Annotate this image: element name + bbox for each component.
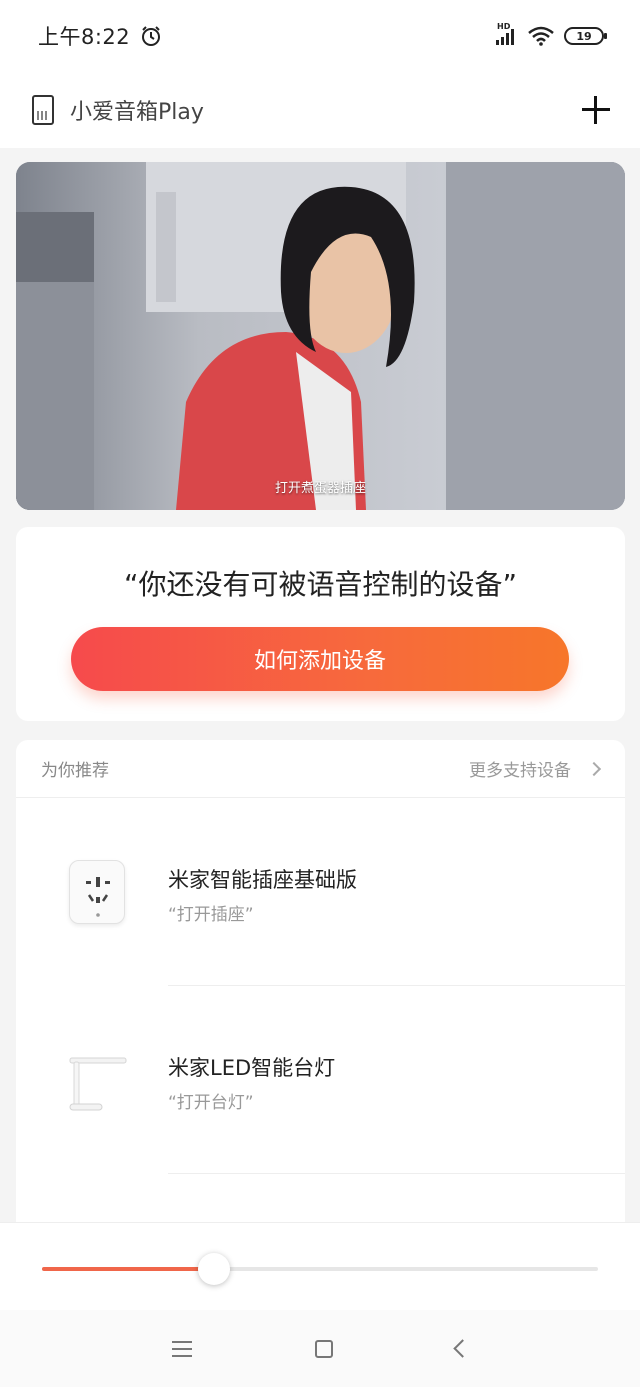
chevron-right-icon bbox=[586, 761, 602, 776]
no-device-message: “你还没有可被语音控制的设备” bbox=[123, 568, 517, 601]
back-icon[interactable] bbox=[452, 1339, 472, 1358]
status-icons: 19 bbox=[494, 26, 607, 46]
progress-thumb[interactable] bbox=[198, 1253, 231, 1285]
add-device-button[interactable] bbox=[580, 94, 612, 126]
voice-command: “打开台灯” bbox=[168, 1093, 254, 1113]
system-nav-bar bbox=[0, 1310, 640, 1387]
speaker-icon[interactable] bbox=[32, 95, 54, 125]
how-to-add-device-button[interactable]: 如何添加设备 bbox=[71, 627, 569, 691]
list-item[interactable]: 米家LED智能台灯 “打开台灯” bbox=[16, 986, 625, 1174]
recommend-card: 为你推荐 更多支持设备 米家智能插座基础版 “打开插座” 米家LED智能台灯 “… bbox=[16, 740, 625, 1240]
list-item[interactable]: 米家智能插座基础版 “打开插座” bbox=[16, 798, 625, 986]
status-bar: 上午8:22 19 HD bbox=[0, 0, 640, 72]
no-device-card: “你还没有可被语音控制的设备” 如何添加设备 bbox=[16, 527, 625, 721]
media-progress-bar bbox=[0, 1222, 640, 1310]
voice-command: “打开插座” bbox=[168, 905, 254, 925]
status-time: 上午8:22 bbox=[38, 25, 131, 49]
promo-video[interactable]: 打开煮蛋器插座 bbox=[16, 162, 625, 510]
menu-icon[interactable] bbox=[171, 1340, 192, 1357]
device-name: 米家智能插座基础版 bbox=[168, 868, 357, 892]
alarm-icon bbox=[142, 26, 161, 46]
more-devices-link[interactable]: 更多支持设备 bbox=[469, 756, 602, 781]
app-header: 小爱音箱Play bbox=[0, 72, 640, 148]
more-devices-label: 更多支持设备 bbox=[469, 761, 571, 781]
recommend-title: 为你推荐 bbox=[41, 761, 109, 781]
battery-level: 19 bbox=[576, 29, 592, 43]
device-name: 米家LED智能台灯 bbox=[168, 1056, 336, 1080]
wifi-icon bbox=[528, 26, 554, 46]
video-caption: 打开煮蛋器插座 bbox=[274, 481, 366, 496]
device-name[interactable]: 小爱音箱Play bbox=[70, 94, 204, 126]
home-square-icon[interactable] bbox=[314, 1339, 333, 1358]
divider bbox=[168, 1173, 625, 1174]
progress-track[interactable] bbox=[42, 1253, 598, 1285]
recommend-header: 为你推荐 更多支持设备 bbox=[16, 740, 625, 798]
smart-socket-icon bbox=[69, 860, 125, 924]
video-frame bbox=[16, 162, 625, 510]
progress-fill bbox=[42, 1267, 215, 1271]
hd-label: HD bbox=[497, 22, 511, 31]
battery-indicator: 19 bbox=[564, 27, 607, 45]
desk-lamp-icon bbox=[69, 1057, 127, 1111]
